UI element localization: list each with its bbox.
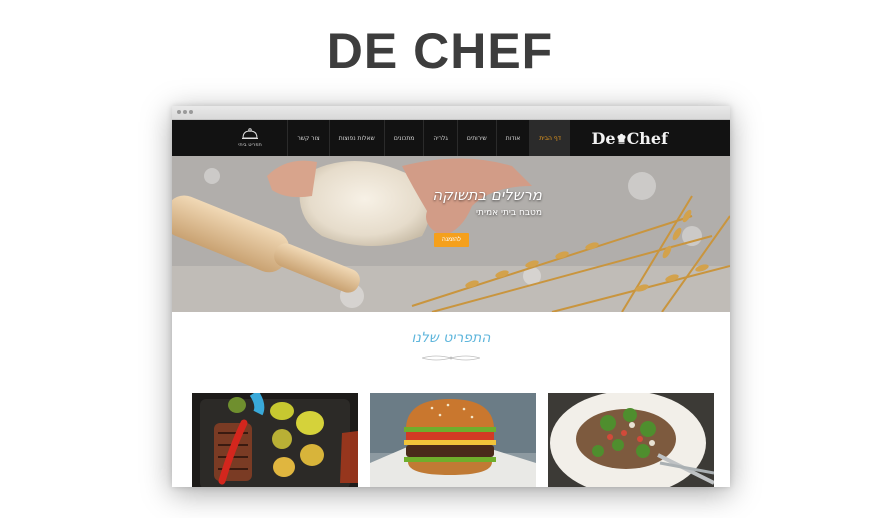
hero-subtitle: מטבח ביתי אמיתי [476,208,542,218]
hero-cta-button[interactable]: להזמנה [434,233,469,247]
nav-item-services[interactable]: שירותים [456,120,496,156]
nav-item-contact[interactable]: צור קשר [287,120,328,156]
chef-hat-icon [616,129,626,148]
menu-link-label: תפריט ביתי [238,142,262,148]
top-navigation: תפריט ביתי דף הבית אודות שירותים גלריה מ… [172,120,730,156]
window-dot-icon [183,110,187,114]
card-burger[interactable] [370,393,536,487]
hero-banner: מרשלים בתשוקה מטבח ביתי אמיתי להזמנה [172,156,730,312]
page-heading: DE CHEF [326,23,554,79]
section-title: התפריט שלנו [411,330,491,346]
window-dot-icon [177,110,181,114]
nav-item-about[interactable]: אודות [495,120,530,156]
nav-menu: דף הבית אודות שירותים גלריה מתכונים שאלו… [287,120,570,156]
browser-window: תפריט ביתי דף הבית אודות שירותים גלריה מ… [172,106,730,487]
salad-photo [548,393,714,487]
logo-text-chef: Chef [626,128,668,148]
browser-titlebar [172,106,730,120]
card-salad[interactable] [548,393,714,487]
nav-item-home[interactable]: דף הבית [529,120,570,156]
nav-item-faq[interactable]: שאלות נפוצות [328,120,384,156]
site-logo[interactable]: De Chef [591,128,669,148]
grilled-vegetables-photo [192,393,358,487]
window-dot-icon [189,110,193,114]
nav-item-gallery[interactable]: גלריה [423,120,457,156]
cloche-icon [230,128,270,140]
hero-title: מרשלים בתשוקה [432,186,542,204]
card-grilled-vegetables[interactable] [192,393,358,487]
logo-text-de: De [591,128,616,148]
nav-item-recipes[interactable]: מתכונים [383,120,424,156]
ornament-divider-icon [422,355,480,361]
menu-cards [192,393,714,487]
burger-photo [370,393,536,487]
menu-link[interactable]: תפריט ביתי [230,128,270,148]
